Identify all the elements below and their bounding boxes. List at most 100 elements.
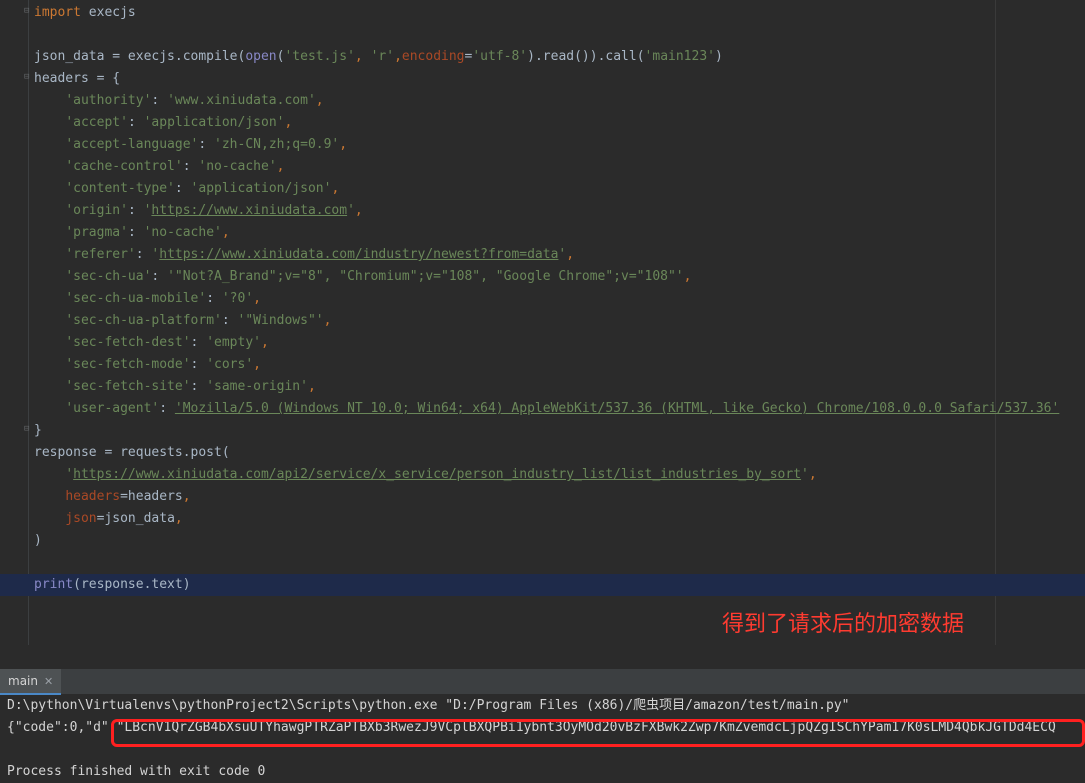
code-token: open — [245, 49, 277, 64]
code-token: json — [65, 511, 97, 526]
code-token: 'sec-fetch-mode' — [65, 357, 191, 372]
code-token: 'empty' — [206, 335, 261, 350]
code-token: , — [253, 291, 261, 306]
annotation-note: 得到了请求后的加密数据 — [722, 612, 965, 637]
code-token: , — [331, 181, 340, 196]
code-token: 'r' — [370, 49, 395, 64]
code-line[interactable]: } — [34, 420, 1084, 442]
code-token: ) — [715, 49, 723, 64]
run-console[interactable]: D:\python\Virtualenvs\pythonProject2\Scr… — [0, 695, 1085, 783]
code-token: 'cache-control' — [65, 159, 183, 174]
code-line[interactable]: headers = { — [34, 68, 1084, 90]
code-token: : — [135, 247, 152, 262]
code-token: import — [34, 5, 81, 20]
code-token: , — [394, 49, 402, 64]
close-icon[interactable]: ✕ — [44, 675, 53, 688]
code-line[interactable]: json=json_data, — [34, 508, 1084, 530]
console-command-line: D:\python\Virtualenvs\pythonProject2\Scr… — [7, 698, 850, 713]
run-tab-main[interactable]: main ✕ — [0, 669, 62, 695]
code-line[interactable]: 'user-agent': 'Mozilla/5.0 (Windows NT 1… — [34, 398, 1084, 420]
code-line[interactable] — [34, 24, 1084, 46]
code-line[interactable]: 'pragma': 'no-cache', — [34, 222, 1084, 244]
code-token: execjs — [80, 5, 136, 20]
code-token: ' — [65, 467, 74, 482]
code-line[interactable]: json_data = execjs.compile(open('test.js… — [34, 46, 1084, 68]
code-token: response = requests.post( — [34, 445, 230, 460]
fold-marker-icon[interactable]: ⊟ — [24, 6, 33, 17]
code-token: : — [182, 159, 199, 174]
code-token: headers — [65, 489, 121, 504]
console-output-line[interactable]: {"code":0,"d":"LBcnV1QrZGB4bXsuUTYhawgPT… — [7, 717, 1056, 739]
code-line[interactable]: 'referer': 'https://www.xiniudata.com/in… — [34, 244, 1084, 266]
code-line[interactable]: headers=headers, — [34, 486, 1084, 508]
code-token: ) — [34, 533, 42, 548]
code-token: } — [34, 423, 42, 438]
code-token: , — [276, 159, 285, 174]
code-token: 'sec-fetch-dest' — [65, 335, 191, 350]
code-token: : — [159, 401, 175, 416]
code-line[interactable]: ) — [34, 530, 1084, 552]
code-line[interactable]: 'origin': 'https://www.xiniudata.com', — [34, 200, 1084, 222]
code-token: : — [127, 225, 144, 240]
code-line[interactable]: 'sec-ch-ua-mobile': '?0', — [34, 288, 1084, 310]
code-token: =json_data — [96, 511, 175, 526]
code-token: json_data = execjs.compile( — [34, 49, 246, 64]
code-token: https://www.xiniudata.com/api2/service/x… — [73, 467, 802, 482]
console-exit-line: Process finished with exit code 0 — [7, 764, 266, 779]
code-token: encoding — [401, 49, 465, 64]
code-line[interactable]: 'sec-fetch-dest': 'empty', — [34, 332, 1084, 354]
code-token: 'sec-fetch-site' — [65, 379, 191, 394]
code-line[interactable]: print(response.text) — [0, 574, 1085, 596]
code-line[interactable]: 'cache-control': 'no-cache', — [34, 156, 1084, 178]
code-token: (response.text) — [73, 577, 191, 592]
code-line[interactable]: 'https://www.xiniudata.com/api2/service/… — [34, 464, 1084, 486]
code-token: , — [354, 49, 363, 64]
code-token: : — [174, 181, 191, 196]
code-line[interactable] — [34, 552, 1084, 574]
code-line[interactable]: 'content-type': 'application/json', — [34, 178, 1084, 200]
code-token: 'origin' — [65, 203, 128, 218]
code-line[interactable]: import execjs — [34, 2, 1084, 24]
code-line[interactable]: 'sec-fetch-mode': 'cors', — [34, 354, 1084, 376]
run-tab-label: main — [8, 674, 38, 688]
code-token: , — [261, 335, 269, 350]
code-line[interactable]: 'sec-fetch-site': 'same-origin', — [34, 376, 1084, 398]
code-token: '?0' — [221, 291, 254, 306]
fold-marker-icon[interactable]: ⊟ — [24, 72, 33, 83]
code-line[interactable]: 'accept': 'application/json', — [34, 112, 1084, 134]
code-token: '"Not?A_Brand";v="8", "Chromium";v="108"… — [167, 269, 684, 284]
code-token: 'no-cache' — [198, 159, 277, 174]
code-token: 'sec-ch-ua' — [65, 269, 152, 284]
code-line[interactable]: 'accept-language': 'zh-CN,zh;q=0.9', — [34, 134, 1084, 156]
code-line[interactable]: 'authority': 'www.xiniudata.com', — [34, 90, 1084, 112]
fold-marker-icon[interactable]: ⊟ — [24, 424, 33, 435]
code-line[interactable]: 'sec-ch-ua-platform': '"Windows"', — [34, 310, 1084, 332]
code-line[interactable]: response = requests.post( — [34, 442, 1084, 464]
code-token: 'utf-8' — [472, 49, 528, 64]
code-token: https://www.xiniudata.com — [151, 203, 348, 218]
code-token: , — [683, 269, 692, 284]
code-token: : — [151, 93, 168, 108]
code-editor[interactable]: import execjs json_data = execjs.compile(… — [0, 0, 1085, 645]
code-token: : — [190, 335, 207, 350]
code-token: : — [127, 115, 144, 130]
code-token: : — [190, 379, 207, 394]
code-token: : — [151, 269, 168, 284]
code-token: , — [221, 225, 230, 240]
code-token: 'test.js' — [284, 49, 355, 64]
code-token: 'referer' — [65, 247, 136, 262]
code-token: , — [284, 115, 293, 130]
code-line[interactable]: 'sec-ch-ua': '"Not?A_Brand";v="8", "Chro… — [34, 266, 1084, 288]
code-token: ).read()).call( — [527, 49, 645, 64]
code-token: '"Windows"' — [237, 313, 324, 328]
